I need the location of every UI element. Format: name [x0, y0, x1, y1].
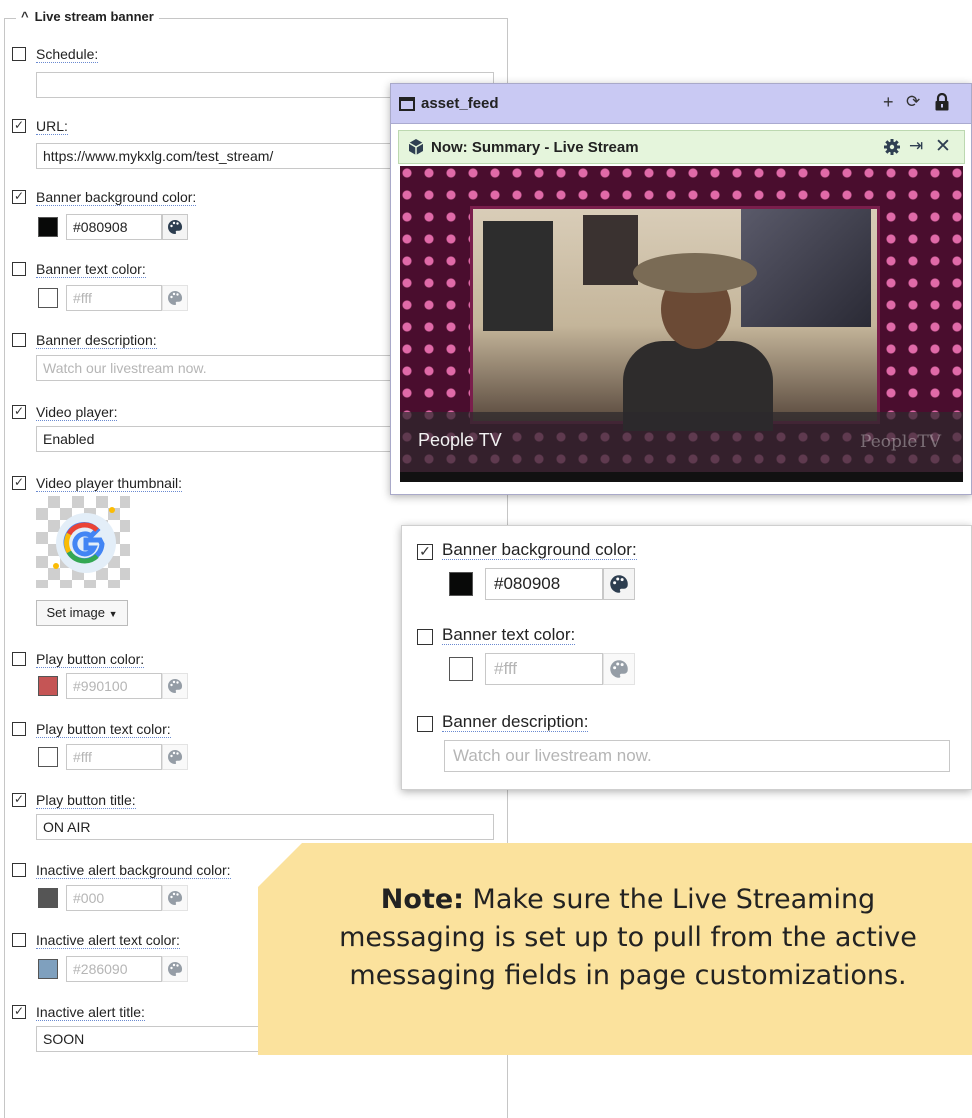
video-player-label: Video player: [36, 404, 118, 421]
video-preview[interactable]: People TV PeopleTV [400, 166, 963, 482]
zoom-banner-desc-label: Banner description: [442, 712, 589, 732]
video-thumb-label: Video player thumbnail: [36, 475, 183, 492]
zoom-banner-bg-checkbox[interactable]: ✓ [417, 544, 433, 560]
banner-text-swatch[interactable] [38, 288, 58, 308]
palette-icon[interactable] [162, 885, 188, 911]
inactive-bg-hex-input[interactable]: #000 [66, 885, 162, 911]
url-label: URL: [36, 118, 68, 135]
palette-icon[interactable] [162, 214, 188, 240]
video-thumb-checkbox[interactable]: ✓ [12, 476, 26, 490]
note-callout: Note: Make sure the Live Streaming messa… [258, 843, 972, 1055]
palette-icon[interactable] [162, 285, 188, 311]
inactive-bg-checkbox[interactable] [12, 863, 26, 877]
palette-icon[interactable] [162, 956, 188, 982]
fieldset-legend[interactable]: ^ Live stream banner [16, 9, 159, 24]
video-caption: People TV [418, 430, 502, 450]
asset-feed-window: asset_feed + ⟳ Now: Summary - Live Strea… [390, 83, 972, 495]
thumbnail-image [36, 496, 130, 588]
note-line3: messaging fields in page customizations. [349, 960, 907, 991]
poster-image [741, 209, 871, 327]
zoom-banner-desc-input[interactable]: Watch our livestream now. [444, 740, 950, 772]
inactive-text-label: Inactive alert text color: [36, 932, 180, 949]
play-title-input[interactable]: ON AIR [36, 814, 494, 840]
lock-icon[interactable] [935, 92, 949, 116]
note-line2: messaging is set up to pull from the act… [339, 922, 917, 953]
banner-desc-checkbox[interactable] [12, 333, 26, 347]
palette-icon[interactable] [162, 673, 188, 699]
play-color-swatch[interactable] [38, 676, 58, 696]
banner-bg-label: Banner background color: [36, 189, 197, 206]
inactive-text-swatch[interactable] [38, 959, 58, 979]
caret-up-icon[interactable]: ^ [21, 9, 29, 24]
banner-bg-swatch[interactable] [38, 217, 58, 237]
set-image-label: Set image [46, 605, 105, 620]
schedule-label: Schedule: [36, 46, 99, 63]
inactive-bg-swatch[interactable] [38, 888, 58, 908]
inactive-text-checkbox[interactable] [12, 933, 26, 947]
play-text-color-hex-input[interactable]: #fff [66, 744, 162, 770]
pin-icon[interactable]: ⇥ [909, 136, 923, 156]
poster-image [483, 221, 553, 331]
play-title-checkbox[interactable]: ✓ [12, 793, 26, 807]
dropdown-caret-icon: ▼ [108, 609, 118, 619]
zoom-banner-text-hex-input[interactable]: #fff [485, 653, 603, 685]
zoom-banner-bg-swatch[interactable] [449, 572, 473, 596]
banner-text-checkbox[interactable] [12, 262, 26, 276]
now-playing-bar: Now: Summary - Live Stream ⇥ ✕ [398, 130, 965, 164]
person-image [633, 253, 757, 293]
asset-feed-header: asset_feed + ⟳ [391, 84, 971, 124]
schedule-checkbox[interactable] [12, 47, 26, 61]
play-text-color-checkbox[interactable] [12, 722, 26, 736]
banner-bg-checkbox[interactable]: ✓ [12, 190, 26, 204]
video-player-checkbox[interactable]: ✓ [12, 405, 26, 419]
banner-text-label: Banner text color: [36, 261, 146, 278]
zoom-banner-bg-label: Banner background color: [442, 540, 637, 560]
play-color-label: Play button color: [36, 651, 145, 668]
close-icon[interactable]: ✕ [935, 135, 951, 158]
banner-desc-label: Banner description: [36, 332, 157, 349]
video-caption-bar: People TV PeopleTV [400, 412, 963, 472]
inactive-bg-label: Inactive alert background color: [36, 862, 231, 879]
asset-feed-title: asset_feed [421, 95, 499, 112]
zoom-banner-text-label: Banner text color: [442, 625, 576, 645]
play-title-label: Play button title: [36, 792, 136, 809]
note-line1: Make sure the Live Streaming [463, 884, 876, 915]
inactive-title-label: Inactive alert title: [36, 1004, 145, 1021]
zoom-banner-bg-hex-input[interactable]: #080908 [485, 568, 603, 600]
play-text-color-label: Play button text color: [36, 721, 171, 738]
cube-icon [407, 138, 425, 161]
play-color-hex-input[interactable]: #990100 [66, 673, 162, 699]
inactive-text-hex-input[interactable]: #286090 [66, 956, 162, 982]
zoom-banner-text-checkbox[interactable] [417, 629, 433, 645]
channel-logo: PeopleTV [860, 432, 941, 452]
window-icon [399, 97, 415, 111]
refresh-icon[interactable]: ⟳ [906, 92, 920, 112]
legend-label: Live stream banner [34, 9, 154, 24]
play-text-color-swatch[interactable] [38, 747, 58, 767]
palette-icon[interactable] [603, 653, 635, 685]
now-playing-title: Now: Summary - Live Stream [431, 139, 639, 156]
palette-icon[interactable] [162, 744, 188, 770]
banner-bg-hex-input[interactable]: #080908 [66, 214, 162, 240]
zoom-banner-desc-checkbox[interactable] [417, 716, 433, 732]
note-lead: Note: [380, 884, 464, 915]
inactive-title-checkbox[interactable]: ✓ [12, 1005, 26, 1019]
google-logo-icon [53, 507, 116, 573]
play-color-checkbox[interactable] [12, 652, 26, 666]
set-image-button[interactable]: Set image ▼ [36, 600, 128, 626]
url-checkbox[interactable]: ✓ [12, 119, 26, 133]
palette-icon[interactable] [603, 568, 635, 600]
video-footer [400, 472, 963, 482]
poster-image [583, 215, 638, 285]
video-frame [470, 206, 880, 431]
gear-icon[interactable] [883, 138, 901, 161]
banner-text-hex-input[interactable]: #fff [66, 285, 162, 311]
note-text: Note: Make sure the Live Streaming messa… [258, 881, 972, 995]
plus-icon[interactable]: + [883, 92, 894, 113]
zoom-banner-text-swatch[interactable] [449, 657, 473, 681]
zoomed-banner-fields: ✓ Banner background color: #080908 Banne… [401, 525, 972, 790]
